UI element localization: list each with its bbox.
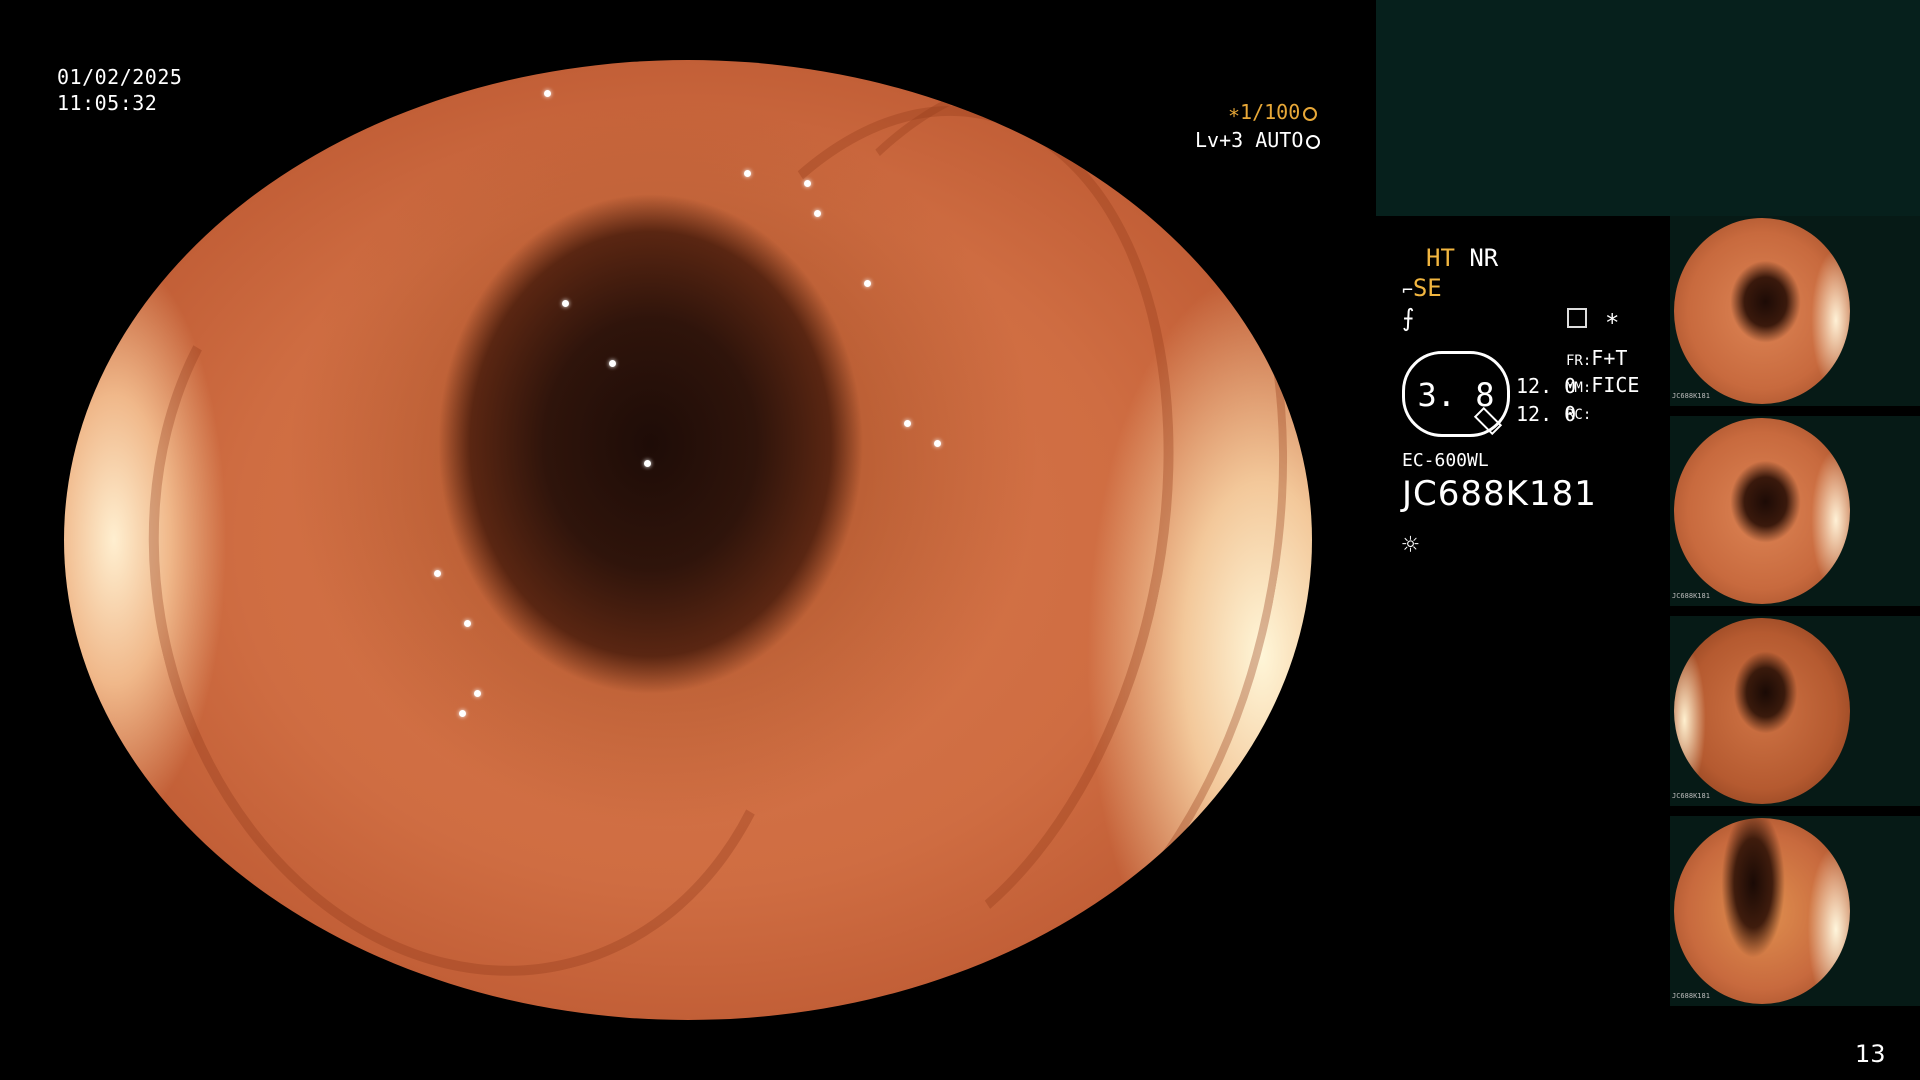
timestamp: 01/02/2025 11:05:32 [57,64,182,116]
mm-value: FICE [1591,373,1640,397]
thumbnail[interactable]: JC688K181 [1670,416,1920,606]
glint [744,170,751,177]
thumbnail-caption: JC688K181 [1672,992,1710,1000]
glint [544,90,551,97]
thumbnail[interactable]: JC688K181 [1670,216,1920,406]
star-icon: ∗ [1605,304,1620,332]
glint [424,70,431,77]
page-number: 13 [1855,1040,1886,1068]
glint [459,710,466,717]
zoom-gauge: 3. 8 [1402,351,1510,437]
thumbnail-image [1674,218,1850,404]
glint [804,180,811,187]
thumbnail-image [1674,418,1850,604]
date-text: 01/02/2025 [57,65,183,89]
settings-panel: HT NR ⌐SE ⨍ ∗ 3. 8 12. 0 12. 0 FR:F+T MM… [1376,216,1666,716]
thumbnail-caption: JC688K181 [1672,592,1710,600]
se-indicator: ⌐SE [1402,274,1442,302]
glint [562,300,569,307]
glint [934,440,941,447]
glint [609,360,616,367]
level-text: Lv+3 AUTO [1195,128,1304,152]
rc-label: RC: [1566,407,1592,423]
glint [644,460,651,467]
glint [864,280,871,287]
nr-label: NR [1469,244,1499,272]
capture-thumbnails: JC688K181 JC688K181 JC688K181 JC688K181 [1670,216,1920,1016]
thumbnail-caption: JC688K181 [1672,392,1710,400]
auto-icon [1306,135,1321,149]
shutter-speed: ∗1/100 [1228,100,1318,124]
se-label: SE [1412,274,1442,302]
thumbnail-caption: JC688K181 [1672,792,1710,800]
fr-label: FR: [1566,353,1592,369]
mode-readout: FR:F+T MM:FICE RC: [1566,346,1639,427]
mm-label: MM: [1566,380,1592,396]
function-icon: ⨍ [1402,304,1415,332]
structure-icon: ⌐ [1402,280,1413,301]
fr-value: F+T [1591,346,1628,370]
glint [814,210,821,217]
glint [434,570,441,577]
thumbnail[interactable]: JC688K181 [1670,616,1920,806]
aperture-icon [1303,107,1318,121]
thumbnail-image [1674,618,1850,804]
shutter-text: ∗1/100 [1228,100,1301,124]
glint [474,690,481,697]
scope-model: EC-600WL [1402,450,1489,471]
thumbnail[interactable]: JC688K181 [1670,816,1920,1006]
thumbnail-image [1674,818,1850,1004]
exposure-level: Lv+3 AUTO [1195,128,1321,152]
gauge-value: 3. 8 [1417,376,1495,414]
endoscope-view [64,60,1312,1020]
record-icon [1567,308,1587,328]
ht-label: HT [1426,244,1455,272]
scope-serial: JC688K181 [1402,474,1597,514]
preview-area [1376,0,1920,216]
glint [464,620,471,627]
light-icon: ☼ [1402,528,1419,561]
time-text: 11:05:32 [57,91,158,115]
ht-nr-indicator: HT NR [1426,244,1498,272]
glint [904,420,911,427]
